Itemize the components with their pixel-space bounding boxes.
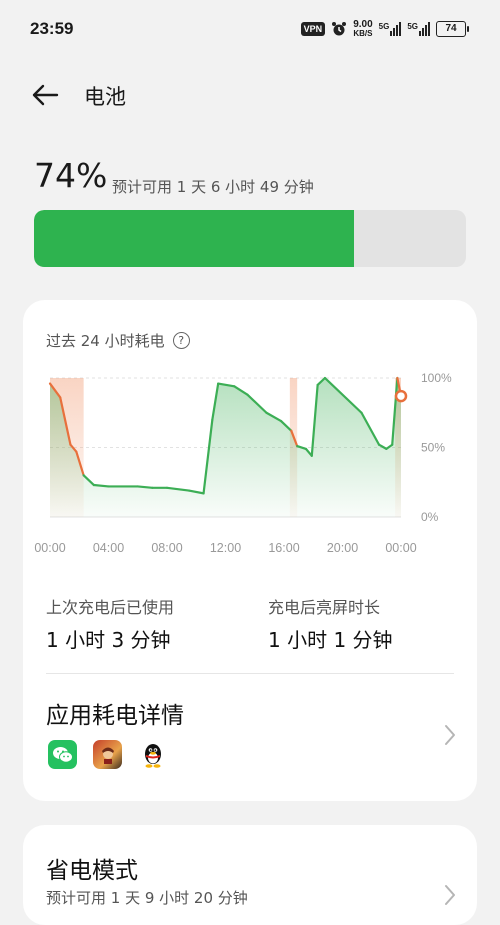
x-tick-label: 00:00 [34, 541, 65, 555]
speed-unit: KB/S [353, 29, 373, 38]
status-time: 23:59 [30, 19, 74, 38]
sim2-signal-icon: 5G [407, 22, 430, 36]
since-charge-value: 1 小时 3 分钟 [46, 628, 171, 652]
divider [46, 673, 454, 674]
network-speed: 9.00 KB/S [353, 20, 372, 38]
battery-status-level: 74 [445, 23, 457, 34]
chevron-right-icon[interactable] [443, 723, 457, 747]
battery-status-icon: 74 [436, 21, 469, 37]
battery-percent: 74% [34, 156, 108, 195]
usage-chart-header: 过去 24 小时耗电 ? [46, 330, 190, 351]
status-icons: VPN 9.00 KB/S 5G 5G 74 [300, 20, 469, 38]
battery-estimate: 预计可用 1 天 6 小时 49 分钟 [112, 178, 314, 196]
y-tick-label: 100% [421, 371, 452, 385]
sim2-label: 5G [407, 22, 418, 31]
chevron-right-icon[interactable] [443, 883, 457, 907]
app-icons [48, 740, 167, 769]
since-charge-label: 上次充电后已使用 [46, 598, 175, 617]
x-tick-label: 16:00 [268, 541, 299, 555]
x-tick-label: 08:00 [151, 541, 182, 555]
app-details-title: 应用耗电详情 [46, 703, 184, 729]
usage-chart: 100% 50% 0% 00:00 04:00 08:00 12:00 16:00 20:00 0… [34, 371, 452, 555]
x-tick-label: 00:00 [385, 541, 416, 555]
alarm-icon [332, 22, 347, 36]
x-tick-label: 04:00 [93, 541, 124, 555]
usage-line-segment [92, 483, 110, 488]
battery-level-fill [34, 210, 354, 267]
help-icon[interactable]: ? [172, 332, 190, 349]
page-title: 电池 [84, 85, 126, 109]
vpn-badge: VPN [300, 22, 326, 36]
power-saving-subtitle: 预计可用 1 天 9 小时 20 分钟 [46, 889, 248, 907]
sim1-signal-icon: 5G [379, 22, 402, 36]
screen-on-label: 充电后亮屏时长 [268, 598, 381, 617]
x-tick-label: 12:00 [210, 541, 241, 555]
power-saving-title: 省电模式 [46, 858, 138, 884]
power-saving-card[interactable]: 省电模式 预计可用 1 天 9 小时 20 分钟 [23, 825, 477, 925]
usage-card: 过去 24 小时耗电 ? 100% 50% 0% 00:00 04:00 08:00 12:… [23, 300, 477, 801]
sim1-label: 5G [378, 22, 390, 31]
wechat-icon [48, 740, 77, 769]
battery-level-bar [34, 210, 466, 267]
usage-line-segment [136, 485, 154, 489]
qq-penguin-icon [138, 740, 167, 769]
usage-chart-title: 过去 24 小时耗电 [46, 332, 165, 350]
x-tick-label: 20:00 [327, 541, 358, 555]
status-bar: 23:59 VPN 9.00 KB/S 5G 5G 74 [0, 0, 500, 60]
current-level-point [394, 389, 408, 403]
y-tick-label: 0% [421, 510, 439, 524]
back-arrow-icon[interactable] [30, 80, 60, 110]
page-header: 电池 [0, 64, 500, 124]
screen-on-value: 1 小时 1 分钟 [268, 628, 393, 652]
game-icon [93, 740, 122, 769]
y-tick-label: 50% [421, 441, 445, 455]
